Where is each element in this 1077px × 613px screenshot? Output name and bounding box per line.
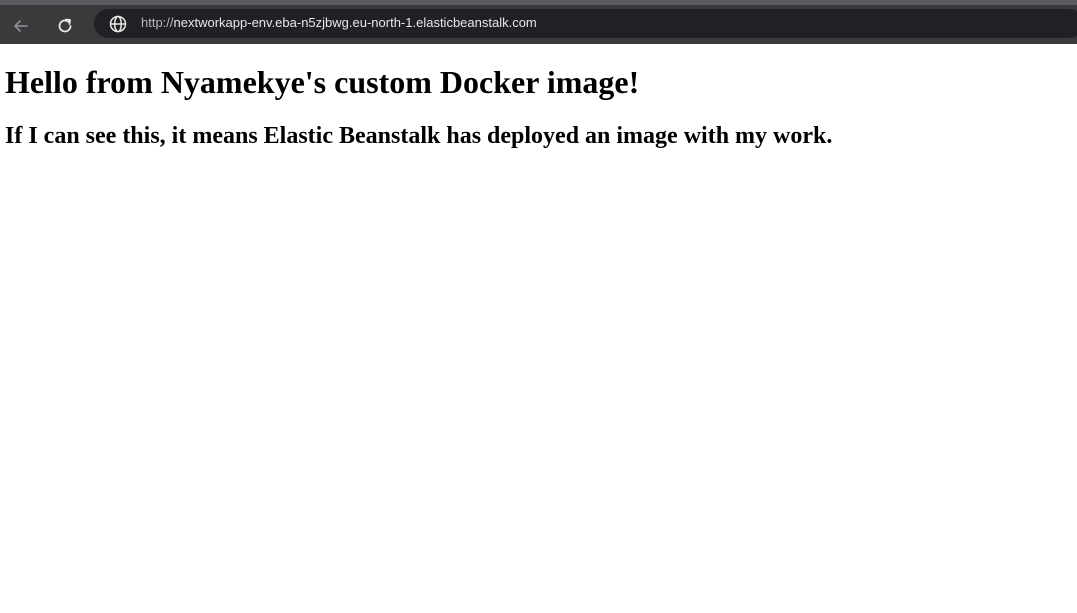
page-content: Hello from Nyamekye's custom Docker imag… bbox=[0, 44, 1077, 613]
back-button[interactable] bbox=[6, 11, 36, 41]
url-scheme: http:// bbox=[141, 15, 174, 30]
page-subheading: If I can see this, it means Elastic Bean… bbox=[5, 123, 833, 149]
address-bar[interactable]: http://nextworkapp-env.eba-n5zjbwg.eu-no… bbox=[94, 9, 1077, 38]
reload-button[interactable] bbox=[50, 11, 80, 41]
page-heading: Hello from Nyamekye's custom Docker imag… bbox=[5, 64, 640, 100]
back-arrow-icon bbox=[14, 20, 28, 32]
url-text[interactable]: http://nextworkapp-env.eba-n5zjbwg.eu-no… bbox=[141, 15, 537, 30]
reload-icon bbox=[58, 18, 72, 33]
browser-toolbar: http://nextworkapp-env.eba-n5zjbwg.eu-no… bbox=[0, 0, 1077, 44]
url-host: nextworkapp-env.eba-n5zjbwg.eu-north-1.e… bbox=[173, 15, 537, 30]
globe-icon[interactable] bbox=[108, 14, 128, 34]
